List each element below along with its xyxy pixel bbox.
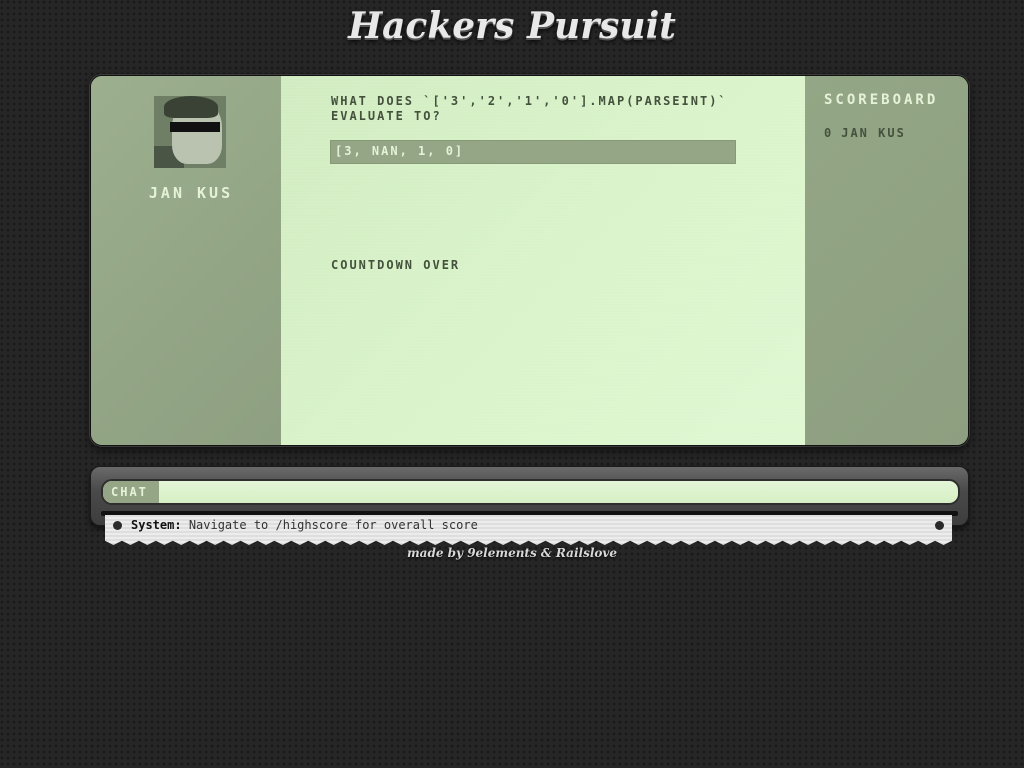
game-panel: JAN KUS WHAT DOES `['3','2','1','0'].MAP… bbox=[90, 75, 969, 446]
avatar-hair bbox=[164, 96, 218, 118]
chat-bar: CHAT bbox=[101, 479, 960, 505]
question-panel: WHAT DOES `['3','2','1','0'].MAP(PARSEIN… bbox=[281, 76, 805, 445]
scoreboard-title: SCOREBOARD bbox=[824, 92, 939, 108]
countdown-status: COUNTDOWN OVER bbox=[331, 258, 461, 272]
chat-message: System: Navigate to /highscore for overa… bbox=[131, 518, 478, 533]
score-player-name: JAN KUS bbox=[841, 126, 906, 140]
player-name: JAN KUS bbox=[148, 184, 234, 202]
scoreboard-panel: SCOREBOARD 0 JAN KUS bbox=[805, 76, 968, 445]
paper-hole-left-icon bbox=[113, 521, 122, 530]
question-text: WHAT DOES `['3','2','1','0'].MAP(PARSEIN… bbox=[331, 94, 728, 123]
chat-message-text: Navigate to /highscore for overall score bbox=[188, 518, 478, 532]
scoreboard-entry: 0 JAN KUS bbox=[824, 126, 906, 140]
chat-label: CHAT bbox=[103, 481, 159, 503]
player-panel: JAN KUS bbox=[91, 76, 281, 445]
chat-input[interactable] bbox=[161, 481, 951, 503]
score-value: 0 bbox=[824, 126, 834, 140]
answer-text: [3, NAN, 1, 0] bbox=[335, 144, 465, 158]
paper-hole-right-icon bbox=[935, 521, 944, 530]
avatar-sunglasses bbox=[170, 122, 220, 132]
footer-credit: made by 9elements & Railslove bbox=[406, 546, 617, 560]
answer-option[interactable]: [3, NAN, 1, 0] bbox=[330, 140, 736, 164]
user-avatar-icon bbox=[154, 96, 226, 168]
chat-message-sender: System: bbox=[131, 518, 182, 532]
app-title: Hackers Pursuit bbox=[348, 5, 676, 47]
chat-message-log: System: Navigate to /highscore for overa… bbox=[105, 515, 952, 545]
